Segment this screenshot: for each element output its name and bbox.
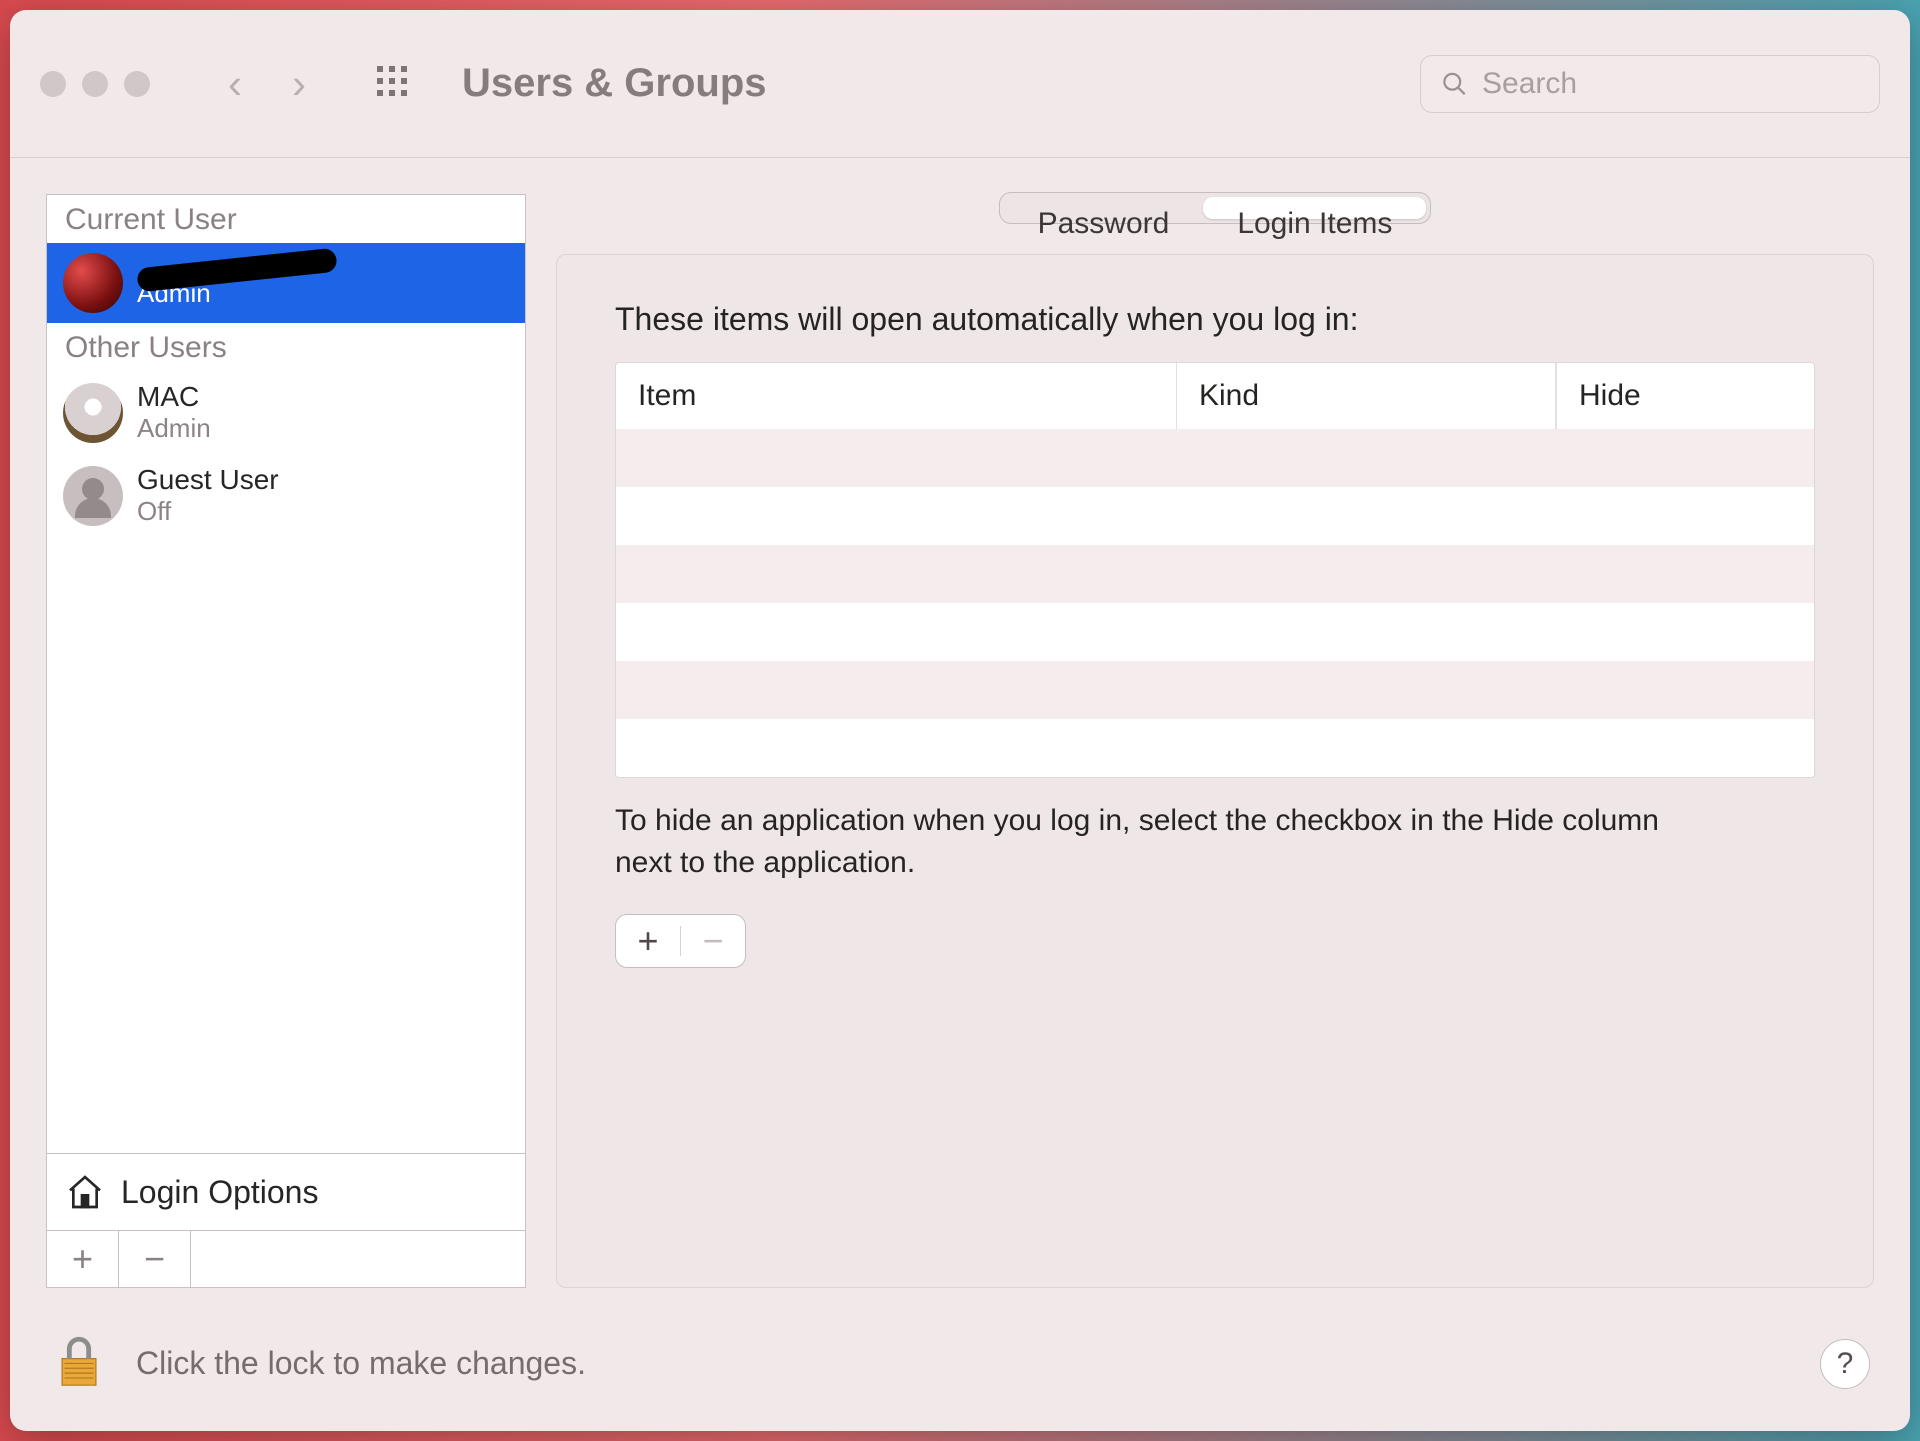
table-row[interactable] [616,429,1814,487]
table-row[interactable] [616,545,1814,603]
table-row[interactable] [616,603,1814,661]
avatar-icon [63,383,123,443]
sidebar-footer: + − [47,1230,525,1287]
titlebar: ‹ › Users & Groups [10,10,1910,158]
zoom-icon[interactable] [124,71,150,97]
close-icon[interactable] [40,71,66,97]
minimize-icon[interactable] [82,71,108,97]
table-body [616,429,1814,777]
nav-arrows: ‹ › [228,60,306,108]
house-icon [65,1172,105,1212]
col-kind[interactable]: Kind [1176,363,1556,429]
search-field[interactable] [1420,55,1880,113]
user-role: Off [137,496,279,527]
page-title: Users & Groups [462,61,767,106]
show-all-icon[interactable] [374,63,410,104]
tab-login-items[interactable]: Login Items [1203,197,1426,219]
user-row-guest[interactable]: Guest User Off [47,454,525,537]
tab-bar: Password Login Items [999,192,1432,224]
content: Current User Admin Other Users MAC Admin [10,158,1910,1308]
search-input[interactable] [1482,67,1859,101]
lock-icon[interactable] [50,1332,108,1395]
user-name: MAC [137,381,211,413]
login-options-label: Login Options [121,1174,318,1211]
search-icon [1441,69,1468,99]
table-row[interactable] [616,719,1814,777]
user-name: Guest User [137,464,279,496]
preferences-window: ‹ › Users & Groups Current User Admin Ot… [10,10,1910,1431]
add-user-button[interactable]: + [47,1231,119,1287]
lock-text: Click the lock to make changes. [136,1345,586,1382]
login-options-button[interactable]: Login Options [47,1153,525,1230]
user-row-mac[interactable]: MAC Admin [47,371,525,454]
forward-button[interactable]: › [292,60,306,108]
panel-intro: These items will open automatically when… [615,301,1815,338]
table-row[interactable] [616,661,1814,719]
table-row[interactable] [616,487,1814,545]
main-panel: Password Login Items These items will op… [556,194,1874,1288]
avatar-icon [63,466,123,526]
users-sidebar: Current User Admin Other Users MAC Admin [46,194,526,1288]
footer: Click the lock to make changes. ? [10,1308,1910,1431]
help-button[interactable]: ? [1820,1339,1870,1389]
tab-password[interactable]: Password [1004,197,1204,219]
table-header: Item Kind Hide [616,363,1814,429]
login-items-table: Item Kind Hide [615,362,1815,778]
back-button[interactable]: ‹ [228,60,242,108]
current-user-row[interactable]: Admin [47,243,525,323]
other-users-header: Other Users [47,323,525,371]
traffic-lights [40,71,150,97]
user-role: Admin [137,413,211,444]
remove-user-button[interactable]: − [119,1231,191,1287]
col-item[interactable]: Item [616,363,1176,429]
remove-item-button[interactable]: − [681,915,745,967]
avatar-icon [63,253,123,313]
current-user-header: Current User [47,195,525,243]
login-items-panel: These items will open automatically when… [556,254,1874,1288]
add-item-button[interactable]: + [616,915,680,967]
col-hide[interactable]: Hide [1556,363,1731,429]
add-remove-control: + − [615,914,746,968]
panel-hint: To hide an application when you log in, … [615,800,1675,884]
